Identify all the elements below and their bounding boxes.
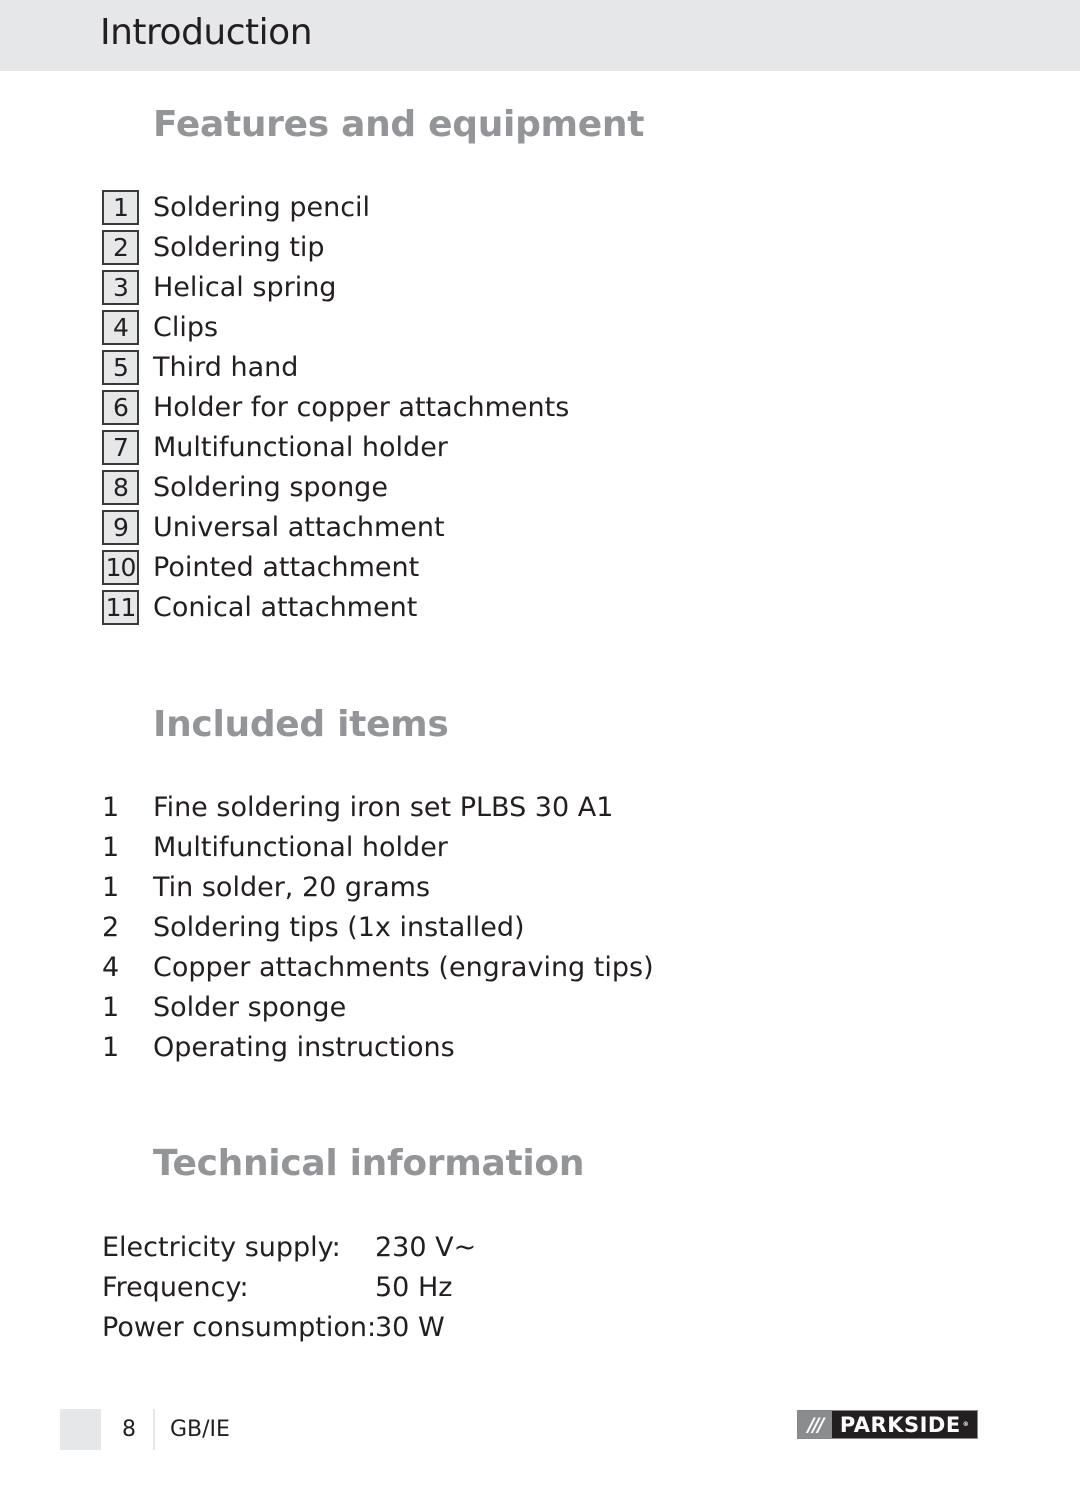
features-list: 1 Soldering pencil 2 Soldering tip 3 Hel… xyxy=(102,187,569,627)
technical-value: 30 W xyxy=(375,1311,445,1343)
feature-label: Soldering tip xyxy=(153,231,325,263)
feature-item: 5 Third hand xyxy=(102,347,298,387)
feature-number-box: 5 xyxy=(102,349,139,385)
feature-number-box: 4 xyxy=(102,309,139,345)
feature-label: Clips xyxy=(153,311,219,343)
feature-label: Pointed attachment xyxy=(153,551,420,583)
feature-number-box: 10 xyxy=(102,549,139,585)
included-label: Tin solder, 20 grams xyxy=(153,871,431,903)
included-item: 1 Fine soldering iron set PLBS 30 A1 xyxy=(102,787,613,827)
included-label: Soldering tips (1x installed) xyxy=(153,911,525,943)
included-item: 2 Soldering tips (1x installed) xyxy=(102,907,525,947)
page-title: Introduction xyxy=(100,12,313,53)
included-quantity: 1 xyxy=(102,1031,120,1063)
logo-stripes-icon: /// xyxy=(798,1411,832,1438)
technical-row: Electricity supply: 230 V~ xyxy=(102,1227,476,1267)
feature-label: Soldering pencil xyxy=(153,191,371,223)
feature-number-box: 7 xyxy=(102,429,139,465)
feature-label: Multifunctional holder xyxy=(153,431,448,463)
feature-item: 4 Clips xyxy=(102,307,218,347)
included-item: 1 Solder sponge xyxy=(102,987,346,1027)
feature-item: 6 Holder for copper attachments xyxy=(102,387,569,427)
technical-value: 230 V~ xyxy=(375,1231,477,1263)
feature-number-box: 2 xyxy=(102,229,139,265)
technical-label: Power consumption: xyxy=(102,1311,377,1343)
feature-label: Helical spring xyxy=(153,271,337,303)
technical-table: Electricity supply: 230 V~ Frequency: 50… xyxy=(102,1227,476,1347)
technical-label: Electricity supply: xyxy=(102,1231,341,1263)
feature-item: 3 Helical spring xyxy=(102,267,336,307)
included-quantity: 1 xyxy=(102,791,120,823)
feature-item: 7 Multifunctional holder xyxy=(102,427,448,467)
included-item: 4 Copper attachments (engraving tips) xyxy=(102,947,654,987)
technical-row: Frequency: 50 Hz xyxy=(102,1267,452,1307)
feature-item: 9 Universal attachment xyxy=(102,507,445,547)
feature-number-box: 8 xyxy=(102,469,139,505)
technical-value: 50 Hz xyxy=(375,1271,453,1303)
footer-locale: GB/IE xyxy=(170,1417,230,1442)
feature-number-box: 11 xyxy=(102,589,139,625)
page-number: 8 xyxy=(122,1417,136,1442)
feature-number-box: 6 xyxy=(102,389,139,425)
feature-label: Universal attachment xyxy=(153,511,445,543)
feature-item: 2 Soldering tip xyxy=(102,227,325,267)
included-label: Copper attachments (engraving tips) xyxy=(153,951,654,983)
included-quantity: 4 xyxy=(102,951,120,983)
feature-item: 11 Conical attachment xyxy=(102,587,417,627)
feature-number-box: 1 xyxy=(102,189,139,225)
parkside-logo: /// PARKSIDE ® xyxy=(797,1410,978,1439)
feature-label: Soldering sponge xyxy=(153,471,388,503)
feature-item: 8 Soldering sponge xyxy=(102,467,388,507)
feature-item: 1 Soldering pencil xyxy=(102,187,370,227)
feature-label: Conical attachment xyxy=(153,591,418,623)
footer-marker-box xyxy=(60,1409,101,1450)
logo-wordmark: PARKSIDE ® xyxy=(832,1411,977,1438)
included-label: Fine soldering iron set PLBS 30 A1 xyxy=(153,791,614,823)
included-label: Operating instructions xyxy=(153,1031,455,1063)
included-quantity: 1 xyxy=(102,991,120,1023)
feature-label: Third hand xyxy=(153,351,299,383)
included-list: 1 Fine soldering iron set PLBS 30 A1 1 M… xyxy=(102,787,654,1067)
features-heading: Features and equipment xyxy=(153,104,645,145)
included-item: 1 Operating instructions xyxy=(102,1027,455,1067)
included-item: 1 Tin solder, 20 grams xyxy=(102,867,430,907)
included-heading: Included items xyxy=(153,704,449,745)
technical-label: Frequency: xyxy=(102,1271,249,1303)
included-quantity: 1 xyxy=(102,831,120,863)
feature-number-box: 9 xyxy=(102,509,139,545)
logo-name: PARKSIDE xyxy=(839,1412,961,1437)
technical-heading: Technical information xyxy=(153,1143,585,1184)
included-item: 1 Multifunctional holder xyxy=(102,827,448,867)
feature-label: Holder for copper attachments xyxy=(153,391,570,423)
included-label: Solder sponge xyxy=(153,991,347,1023)
feature-item: 10 Pointed attachment xyxy=(102,547,419,587)
feature-number-box: 3 xyxy=(102,269,139,305)
included-label: Multifunctional holder xyxy=(153,831,448,863)
included-quantity: 2 xyxy=(102,911,120,943)
footer-divider xyxy=(153,1409,155,1450)
registered-mark: ® xyxy=(962,1421,970,1428)
included-quantity: 1 xyxy=(102,871,120,903)
technical-row: Power consumption: 30 W xyxy=(102,1307,445,1347)
